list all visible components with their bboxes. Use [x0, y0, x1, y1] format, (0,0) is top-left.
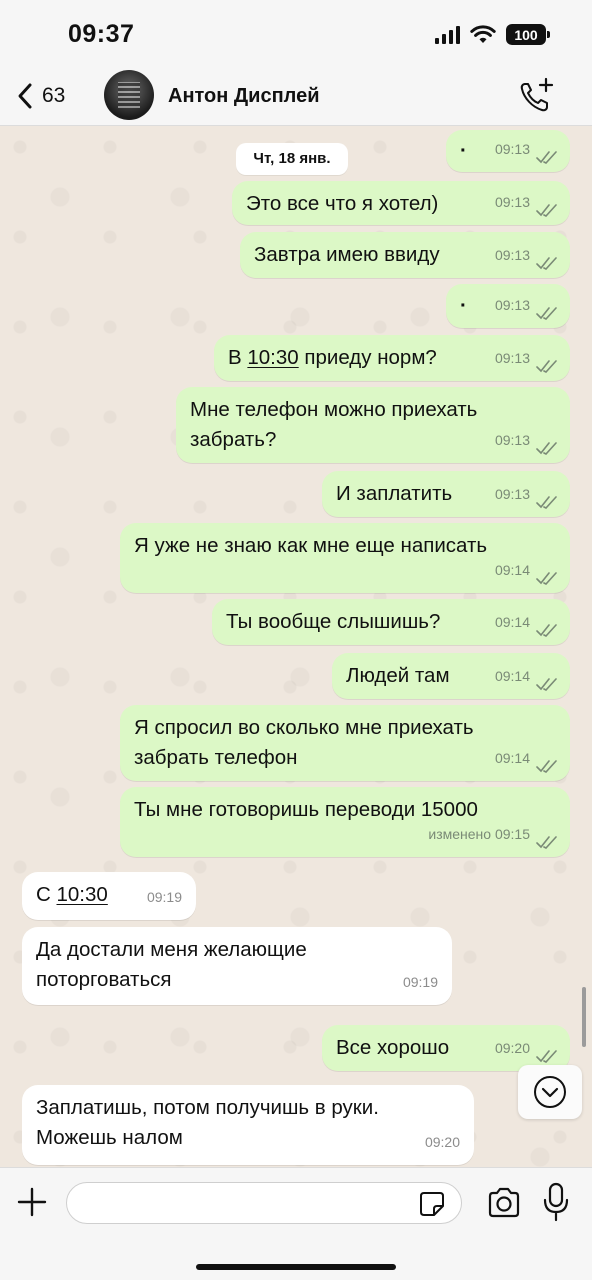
read-ticks-icon [536, 360, 557, 373]
scroll-to-bottom-button[interactable] [518, 1065, 582, 1119]
message-time: 09:20 [424, 1134, 460, 1150]
message-time: 09:13 [494, 141, 530, 157]
message-text: Это все что я хотел) [246, 192, 439, 215]
read-ticks-icon [536, 1050, 557, 1063]
message-outgoing[interactable]: · 09:13 [446, 284, 570, 328]
read-ticks-icon [536, 257, 557, 270]
message-text: Все хорошо [336, 1036, 450, 1059]
message-text: Да достали меня желающие поторговаться [36, 938, 307, 991]
camera-icon[interactable] [486, 1186, 522, 1220]
time-link[interactable]: 10:30 [57, 883, 108, 906]
message-time: 09:14 [494, 750, 530, 766]
message-outgoing[interactable]: Мне телефон можно приехать забрать? 09:1… [176, 387, 570, 463]
contact-name[interactable]: Антон Дисплей [168, 85, 320, 108]
sticker-icon[interactable] [418, 1190, 446, 1218]
read-ticks-icon [536, 204, 557, 217]
message-outgoing[interactable]: И заплатить 09:13 [322, 471, 570, 517]
avatar[interactable] [104, 70, 154, 120]
message-time: 09:13 [494, 247, 530, 263]
message-time: 09:19 [146, 889, 182, 905]
message-outgoing[interactable]: Это все что я хотел) 09:13 [232, 181, 570, 225]
wifi-icon [470, 24, 496, 43]
read-ticks-icon [536, 151, 557, 164]
signal-icon [435, 25, 460, 44]
chevron-down-circle-icon [534, 1076, 566, 1108]
microphone-icon[interactable] [542, 1182, 570, 1222]
message-incoming[interactable]: Заплатишь, потом получишь в руки. Можешь… [22, 1085, 474, 1165]
read-ticks-icon [536, 836, 557, 849]
message-text: Людей там [346, 664, 450, 687]
read-ticks-icon [536, 572, 557, 585]
read-ticks-icon [536, 624, 557, 637]
message-text: Ты мне готоворишь переводи 15000 [134, 798, 478, 821]
message-time: 09:14 [494, 562, 530, 578]
status-bar: 09:37 100 [0, 0, 592, 68]
plus-icon[interactable] [16, 1186, 48, 1218]
chat-area[interactable]: Чт, 18 янв. · 09:13 Это все что я хотел)… [0, 127, 592, 1167]
chevron-left-icon [18, 83, 32, 109]
message-incoming[interactable]: С 10:30 09:19 [22, 872, 196, 920]
message-time: 09:19 [402, 974, 438, 990]
message-text-part: приеду норм? [298, 346, 437, 369]
message-outgoing[interactable]: Людей там 09:14 [332, 653, 570, 699]
add-call-icon[interactable] [516, 76, 556, 116]
message-outgoing[interactable]: В 10:30 приеду норм? 09:13 [214, 335, 570, 381]
message-outgoing[interactable]: Завтра имею ввиду 09:13 [240, 232, 570, 278]
input-bar [0, 1167, 592, 1280]
message-text: Ты вообще слышишь? [226, 610, 441, 633]
message-text: Я уже не знаю как мне еще написать [134, 534, 488, 557]
message-time: 09:13 [494, 432, 530, 448]
status-icons: 100 [435, 24, 550, 45]
message-text: Я спросил во сколько мне приехать забрат… [134, 716, 474, 769]
message-outgoing[interactable]: · 09:13 [446, 130, 570, 172]
message-time: 09:13 [494, 194, 530, 210]
message-text: Заплатишь, потом получишь в руки. Можешь… [36, 1096, 379, 1149]
message-outgoing[interactable]: Я уже не знаю как мне еще написать 09:14 [120, 523, 570, 593]
message-text: · [460, 294, 467, 317]
message-outgoing[interactable]: Ты вообще слышишь? 09:14 [212, 599, 570, 645]
date-separator: Чт, 18 янв. [236, 143, 348, 175]
read-ticks-icon [536, 307, 557, 320]
read-ticks-icon [536, 760, 557, 773]
message-text: · [460, 139, 467, 162]
read-ticks-icon [536, 678, 557, 691]
back-button[interactable]: 63 [16, 82, 65, 110]
message-time: 09:14 [494, 668, 530, 684]
read-ticks-icon [536, 496, 557, 509]
message-time: 09:13 [494, 350, 530, 366]
home-indicator [196, 1264, 396, 1270]
unread-count: 63 [42, 84, 66, 107]
message-input[interactable] [66, 1182, 462, 1224]
message-text-part: С [36, 883, 57, 906]
message-time: 09:14 [494, 614, 530, 630]
battery-icon: 100 [506, 24, 550, 45]
scrollbar[interactable] [582, 987, 586, 1047]
message-text-part: В [228, 346, 248, 369]
message-text: Завтра имею ввиду [254, 243, 440, 266]
message-text: И заплатить [336, 482, 453, 505]
message-time: 09:20 [494, 1040, 530, 1056]
message-outgoing[interactable]: Ты мне готоворишь переводи 15000 изменен… [120, 787, 570, 857]
message-time-edited: изменено 09:15 [428, 826, 530, 842]
message-incoming[interactable]: Да достали меня желающие поторговаться 0… [22, 927, 452, 1005]
message-outgoing[interactable]: Я спросил во сколько мне приехать забрат… [120, 705, 570, 781]
status-time: 09:37 [68, 20, 135, 48]
message-text: Мне телефон можно приехать забрать? [190, 398, 478, 451]
message-time: 09:13 [494, 486, 530, 502]
message-time: 09:13 [494, 297, 530, 313]
chat-header: 63 Антон Дисплей [0, 68, 592, 126]
time-link[interactable]: 10:30 [247, 346, 298, 369]
read-ticks-icon [536, 442, 557, 455]
